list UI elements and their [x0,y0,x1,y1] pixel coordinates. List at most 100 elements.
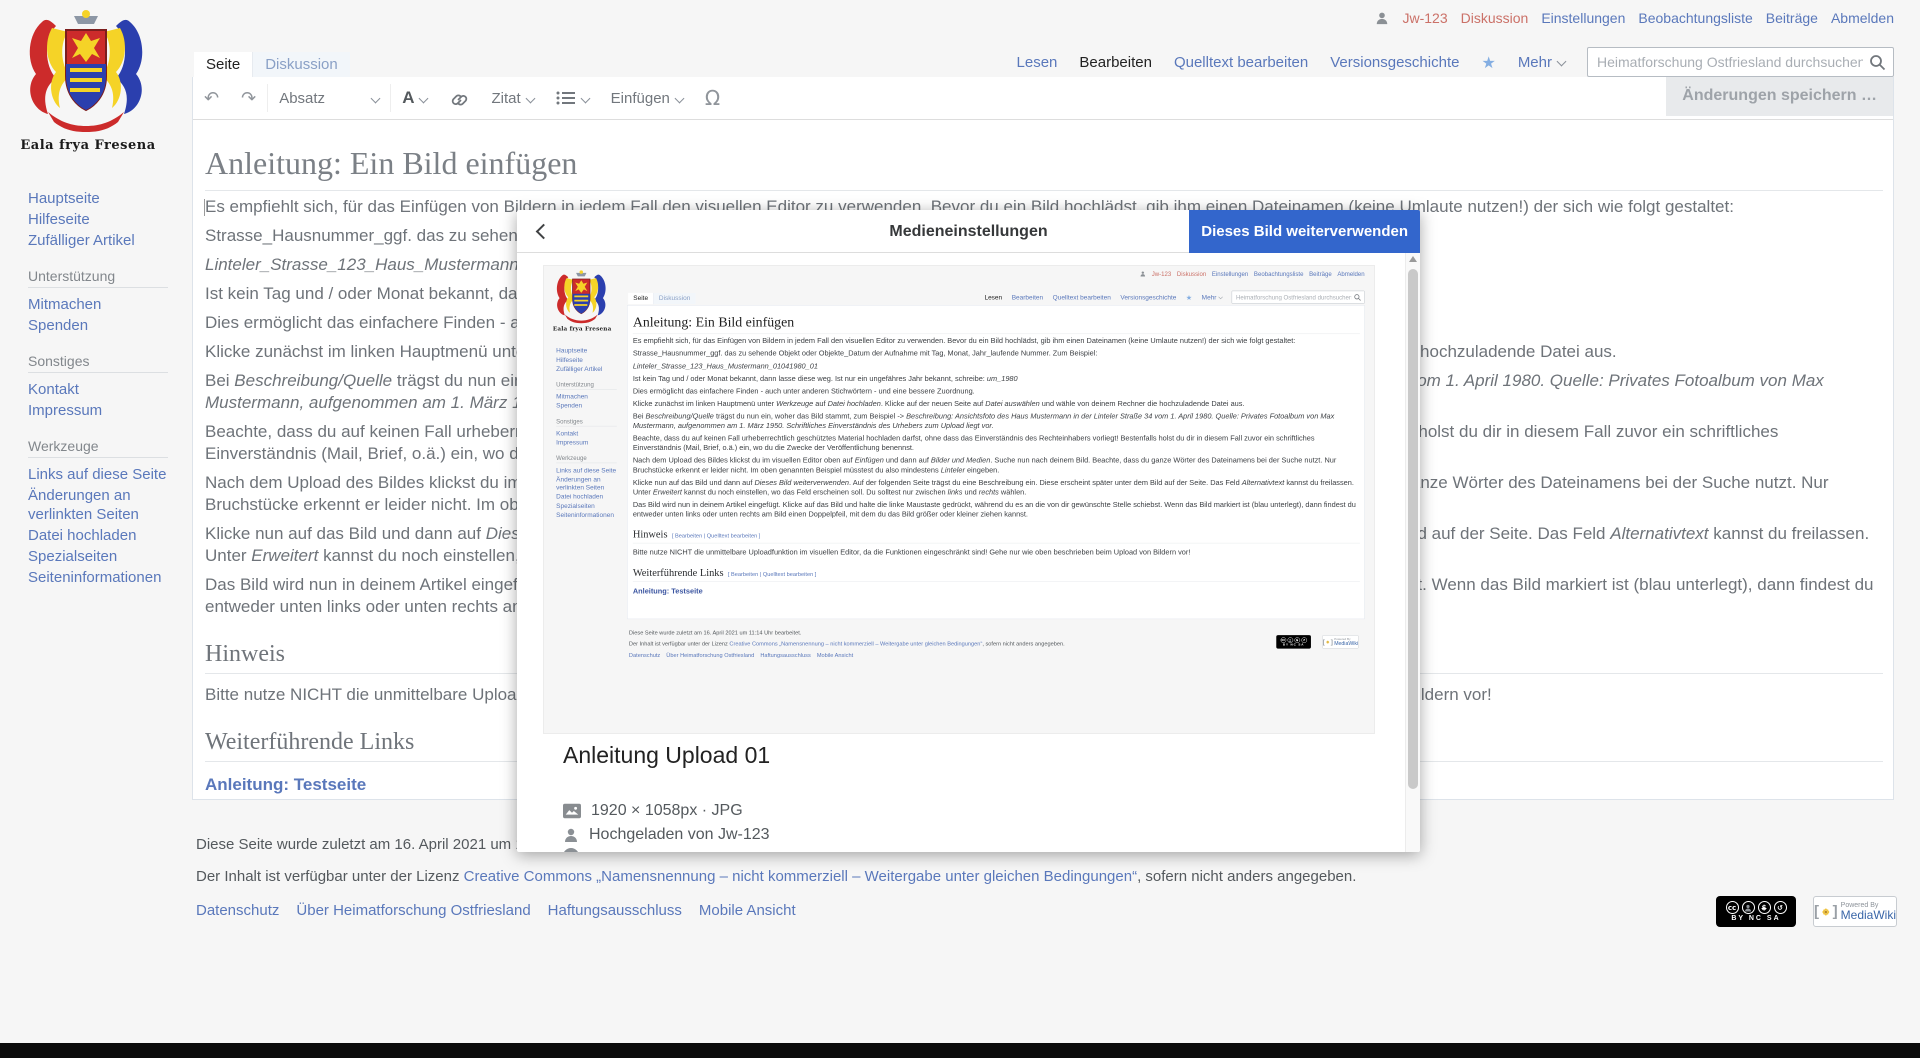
nc-icon: $ [1758,901,1771,914]
sidebar-item[interactable]: Änderungen an verlinkten Seiten [28,485,178,525]
mini-section-edit-links: [ Bearbeiten | Quelltext bearbeiten ] [672,532,761,538]
mediawiki-label: Powered ByMediaWiki [1841,902,1896,921]
tab-discussion[interactable]: Diskussion [252,52,350,78]
mini-sidebar-item: Links auf diese Seite [556,466,621,475]
tab-page[interactable]: Seite [194,52,252,78]
paragraph-format-dropdown[interactable]: Absatz [268,77,390,119]
mini-paragraph: Es empfiehlt sich, für das Einfügen von … [633,336,1360,346]
cite-dropdown[interactable]: Zitat [480,77,544,119]
cc-icon: cc [1726,901,1739,914]
image-preview[interactable]: Eala frya Fresena HauptseiteHilfeseiteZu… [543,265,1375,734]
mini-tab-edit-source: Quelltext bearbeiten [1053,294,1111,301]
by-person-icon [1742,901,1755,914]
search-icon[interactable] [1869,54,1886,71]
link-button[interactable] [438,77,480,119]
sidebar-item[interactable]: Zufälliger Artikel [28,230,178,251]
mediawiki-badge[interactable]: [ ] Powered ByMediaWiki [1813,896,1897,927]
personal-link[interactable]: Beiträge [1766,10,1818,26]
mini-search-input [1232,291,1364,303]
scroll-up-arrow[interactable] [1409,256,1417,262]
footer-link[interactable]: Mobile Ansicht [699,902,796,919]
tab-edit[interactable]: Bearbeiten [1079,54,1152,71]
chevron-down-icon [580,93,590,103]
sidebar-item[interactable]: Kontakt [28,379,178,400]
sidebar-nav: HauptseiteHilfeseiteZufälliger Artikel Un… [28,188,178,588]
mini-sidebar-item: Spezialseiten [556,501,621,510]
mini-sidebar-item: Datei hochladen [556,492,621,501]
personal-link[interactable]: Einstellungen [1541,10,1625,26]
sidebar-item[interactable]: Spenden [28,315,178,336]
sidebar-item[interactable]: Hilfeseite [28,209,178,230]
sidebar-item[interactable]: Hauptseite [28,188,178,209]
mini-page-title: Anleitung: Ein Bild einfügen [633,314,1360,334]
dialog-scrollbar[interactable] [1405,253,1420,852]
chevron-down-icon [674,93,684,103]
mini-sidebar: Eala frya Fresena HauptseiteHilfeseiteZu… [544,266,627,724]
mini-mediawiki-badge: [] Powered ByMediaWiki [1322,635,1358,648]
tab-history[interactable]: Versionsgeschichte [1330,54,1459,71]
mini-paragraph: Beachte, dass du auf keinen Fall urheber… [633,434,1360,453]
tab-more[interactable]: Mehr [1518,54,1565,71]
mini-sidebar-item: Impressum [556,438,621,447]
bracket-left: [ [1814,903,1819,920]
sidebar-item[interactable]: Unterstützung [28,268,168,288]
wiki-editor-screen: Eala frya Fresena HauptseiteHilfeseiteZu… [0,0,1920,1058]
save-changes-button[interactable]: Änderungen speichern … [1666,77,1893,116]
footer-link[interactable]: Datenschutz [196,902,279,919]
tab-edit-source[interactable]: Quelltext bearbeiten [1174,54,1308,71]
scrollbar-thumb[interactable] [1408,269,1418,789]
mini-tab-edit: Bearbeiten [1012,294,1043,301]
sidebar-item[interactable]: Werkzeuge [28,438,168,458]
insert-dropdown[interactable]: Einfügen [600,77,694,119]
sidebar-item[interactable]: Impressum [28,400,178,421]
logo-motto: Eala frya Fresena [0,138,176,153]
mini-license-text: Der Inhalt ist verfügbar unter der Lizen… [629,640,1236,646]
watch-star-icon[interactable]: ★ [1481,53,1495,72]
mini-footer-link: Datenschutz [629,652,660,658]
mini-paragraph: Strasse_Hausnummer_ggf. das zu sehende O… [633,349,1360,359]
mini-sidebar-item: Sonstiges [556,418,617,427]
sidebar-item[interactable]: Sonstiges [28,353,168,373]
use-this-image-button[interactable]: Dieses Bild weiterverwenden [1189,210,1420,253]
special-character-button[interactable]: Ω [694,77,731,119]
mini-sidebar-item: Unterstützung [556,381,617,390]
mini-personal-link: Abmelden [1337,270,1364,277]
further-link-testseite[interactable]: Anleitung: Testseite [205,775,366,795]
personal-link[interactable]: Beobachtungsliste [1638,10,1752,26]
sunflower-icon [1822,903,1830,921]
sidebar-item[interactable]: Spezialseiten [28,546,178,567]
mini-tab-read: Lesen [984,294,1002,301]
tab-read[interactable]: Lesen [1017,54,1058,71]
media-settings-dialog: Medieneinstellungen Dieses Bild weiterve… [517,210,1420,852]
mini-namespace-tabs: Seite Diskussion [628,293,695,304]
license-globe-icon [563,848,579,852]
undo-button[interactable]: ↶ [193,77,230,119]
mini-view-tabs: Lesen Bearbeiten Quelltext bearbeiten Ve… [984,290,1364,304]
footer-link[interactable]: Über Heimatforschung Ostfriesland [296,902,530,919]
sidebar-item[interactable]: Seiteninformationen [28,567,178,588]
license-row-clipped [563,848,579,852]
footer-link[interactable]: Haftungsausschluss [548,902,682,919]
list-format-dropdown[interactable] [545,77,600,119]
page-title: Anleitung: Ein Bild einfügen [205,145,1883,191]
user-talk-link[interactable]: Diskussion [1461,10,1529,26]
cc-by-nc-sa-badge[interactable]: cc $ ↺ BY NC SA [1716,896,1796,927]
mini-sidebar-item: Änderungen an verlinkten Seiten [556,475,621,492]
coat-of-arms-logo[interactable] [22,8,150,140]
mini-content-area: Anleitung: Ein Bild einfügen Es empfiehl… [627,305,1364,619]
license-link[interactable]: Creative Commons „Namensnennung – nicht … [464,868,1137,885]
sidebar-item[interactable]: Links auf diese Seite [28,464,178,485]
sidebar-item[interactable]: Datei hochladen [28,525,178,546]
sidebar-item[interactable]: Mitmachen [28,294,178,315]
redo-button[interactable]: ↷ [230,77,267,119]
preview-mini-page: Eala frya Fresena HauptseiteHilfeseiteZu… [544,266,1375,734]
mini-sidebar-item: Hilfeseite [556,355,621,364]
mini-paragraph: Klicke nun auf das Bild und dann auf Die… [633,478,1360,497]
search-input[interactable] [1588,48,1893,76]
mini-user-talk: Diskussion [1177,270,1206,277]
image-dimensions-row: 1920 × 1058px · JPG [563,802,743,820]
chevron-down-icon [1218,295,1222,299]
text-style-dropdown[interactable]: A [391,77,438,119]
username-link[interactable]: Jw-123 [1402,10,1447,26]
personal-link[interactable]: Abmelden [1831,10,1894,26]
